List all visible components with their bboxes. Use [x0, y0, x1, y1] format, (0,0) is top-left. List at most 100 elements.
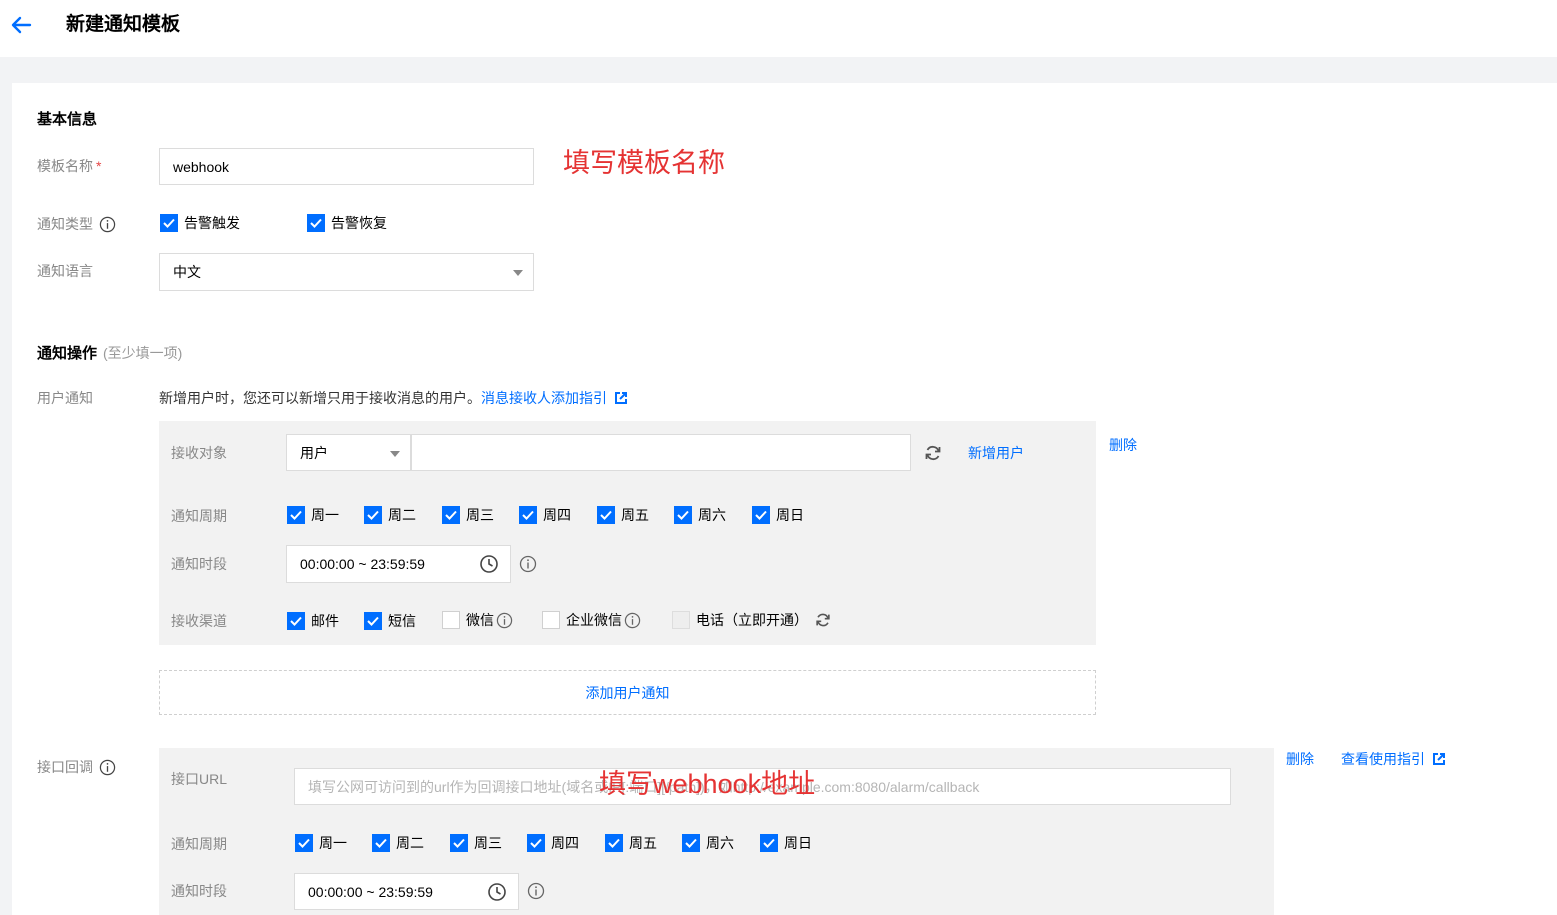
period-value: 00:00:00 ~ 23:59:59 — [300, 556, 425, 572]
clock-icon — [480, 555, 498, 573]
checkbox-label: 周日 — [784, 835, 812, 851]
checkbox-label: 电话（立即开通） — [696, 612, 808, 628]
checkbox-label: 短信 — [388, 613, 416, 629]
clock-icon — [488, 882, 506, 901]
callback-label: 接口回调 — [37, 757, 116, 777]
notify-operations-title: 通知操作 (至少填一项) — [37, 343, 182, 364]
checkbox-empty-icon — [542, 611, 560, 629]
period-label: 通知时段 — [171, 556, 227, 572]
user-notify-description: 新增用户时，您还可以新增只用于接收消息的用户。消息接收人添加指引 — [159, 388, 628, 408]
form-card: 基本信息 模板名称* 填写模板名称 通知类型 告警触发 告警恢复 通知语言 中文… — [12, 83, 1557, 915]
info-icon[interactable] — [99, 216, 116, 233]
checkbox-alarm-trigger[interactable]: 告警触发 — [160, 213, 240, 233]
checkbox-label: 周四 — [551, 835, 579, 851]
checkbox-checked-icon — [682, 834, 700, 852]
checkbox-wednesday[interactable]: 周三 — [442, 505, 494, 525]
language-select-value: 中文 — [173, 264, 201, 280]
external-link-icon[interactable] — [614, 391, 628, 405]
checkbox-sunday[interactable]: 周日 — [752, 505, 804, 525]
checkbox-label: 周三 — [466, 507, 494, 523]
checkbox-checked-icon — [752, 506, 770, 524]
language-select[interactable]: 中文 — [159, 253, 534, 291]
template-name-label-text: 模板名称 — [37, 158, 93, 174]
callback-checkbox-tuesday[interactable]: 周二 — [372, 833, 424, 853]
checkbox-friday[interactable]: 周五 — [597, 505, 649, 525]
user-notify-panel: 接收对象 用户 新增用户 通知周期 周一 周二 周三 周四 周五 周六 周日 通… — [159, 421, 1096, 645]
checkbox-alarm-recover[interactable]: 告警恢复 — [307, 213, 387, 233]
callback-guide-link[interactable]: 查看使用指引 — [1341, 751, 1425, 767]
callback-checkbox-saturday[interactable]: 周六 — [682, 833, 734, 853]
checkbox-sms[interactable]: 短信 — [364, 611, 416, 631]
receiver-guide-link[interactable]: 消息接收人添加指引 — [481, 390, 607, 406]
callback-period-time-picker[interactable]: 00:00:00 ~ 23:59:59 — [294, 873, 519, 910]
callback-checkbox-friday[interactable]: 周五 — [605, 833, 657, 853]
receiver-input[interactable] — [411, 434, 911, 471]
template-name-label: 模板名称 * — [37, 156, 101, 176]
period-time-picker[interactable]: 00:00:00 ~ 23:59:59 — [286, 545, 511, 583]
info-icon[interactable] — [527, 882, 545, 900]
chevron-down-icon — [513, 270, 523, 276]
checkbox-label: 周五 — [621, 507, 649, 523]
checkbox-checked-icon — [597, 506, 615, 524]
checkbox-checked-icon — [287, 612, 305, 630]
checkbox-checked-icon — [605, 834, 623, 852]
refresh-icon[interactable] — [814, 611, 832, 629]
checkbox-phone[interactable]: 电话（立即开通） — [672, 610, 832, 630]
callback-checkbox-wednesday[interactable]: 周三 — [450, 833, 502, 853]
checkbox-tuesday[interactable]: 周二 — [364, 505, 416, 525]
checkbox-thursday[interactable]: 周四 — [519, 505, 571, 525]
checkbox-monday[interactable]: 周一 — [287, 505, 339, 525]
checkbox-checked-icon — [372, 834, 390, 852]
checkbox-wecom[interactable]: 企业微信 — [542, 610, 641, 630]
receiver-type-select[interactable]: 用户 — [286, 434, 411, 471]
checkbox-label: 周六 — [698, 507, 726, 523]
checkbox-checked-icon — [160, 214, 178, 232]
checkbox-label: 企业微信 — [566, 612, 622, 628]
add-user-link[interactable]: 新增用户 — [968, 443, 1024, 463]
info-icon[interactable] — [519, 555, 537, 573]
delete-user-notify-link[interactable]: 删除 — [1109, 435, 1137, 455]
checkbox-label: 周四 — [543, 507, 571, 523]
top-bar: 新建通知模板 — [0, 0, 1557, 57]
checkbox-checked-icon — [364, 506, 382, 524]
checkbox-saturday[interactable]: 周六 — [674, 505, 726, 525]
back-arrow-icon[interactable] — [10, 14, 32, 36]
notify-type-label-text: 通知类型 — [37, 216, 93, 232]
notify-operations-hint: (至少填一项) — [103, 345, 183, 361]
checkbox-checked-icon — [295, 834, 313, 852]
checkbox-label: 微信 — [466, 612, 494, 628]
receiver-type-value: 用户 — [300, 444, 328, 461]
info-icon[interactable] — [99, 759, 116, 776]
delete-callback-link[interactable]: 删除 — [1286, 749, 1314, 769]
checkbox-checked-icon — [519, 506, 537, 524]
checkbox-checked-icon — [674, 506, 692, 524]
url-label: 接口URL — [171, 771, 228, 787]
checkbox-email[interactable]: 邮件 — [287, 611, 339, 631]
annotation-template-name: 填写模板名称 — [563, 148, 725, 178]
checkbox-label: 周二 — [396, 835, 424, 851]
callback-checkbox-thursday[interactable]: 周四 — [527, 833, 579, 853]
callback-checkbox-monday[interactable]: 周一 — [295, 833, 347, 853]
page-title: 新建通知模板 — [66, 14, 181, 35]
refresh-icon[interactable] — [923, 443, 943, 463]
template-name-input[interactable] — [159, 148, 534, 185]
checkbox-checked-icon — [287, 506, 305, 524]
user-notify-label: 用户通知 — [37, 390, 93, 406]
info-icon[interactable] — [624, 612, 641, 629]
notify-operations-title-text: 通知操作 — [37, 345, 98, 362]
checkbox-disabled-icon — [672, 611, 690, 629]
checkbox-label: 告警恢复 — [331, 215, 387, 231]
checkbox-label: 周二 — [388, 507, 416, 523]
external-link-icon[interactable] — [1432, 752, 1446, 766]
notify-type-label: 通知类型 — [37, 214, 116, 234]
info-icon[interactable] — [496, 612, 513, 629]
add-user-notify-button[interactable]: 添加用户通知 — [159, 670, 1096, 715]
checkbox-label: 周一 — [319, 835, 347, 851]
callback-period-value: 00:00:00 ~ 23:59:59 — [308, 883, 433, 900]
checkbox-wechat[interactable]: 微信 — [442, 610, 513, 630]
callback-checkbox-sunday[interactable]: 周日 — [760, 833, 812, 853]
chevron-down-icon — [390, 450, 400, 457]
channel-label: 接收渠道 — [171, 613, 227, 629]
checkbox-label: 周日 — [776, 507, 804, 523]
callback-panel: 接口URL 填写webhook地址 通知周期 周一 周二 周三 周四 周五 周六… — [159, 748, 1274, 915]
